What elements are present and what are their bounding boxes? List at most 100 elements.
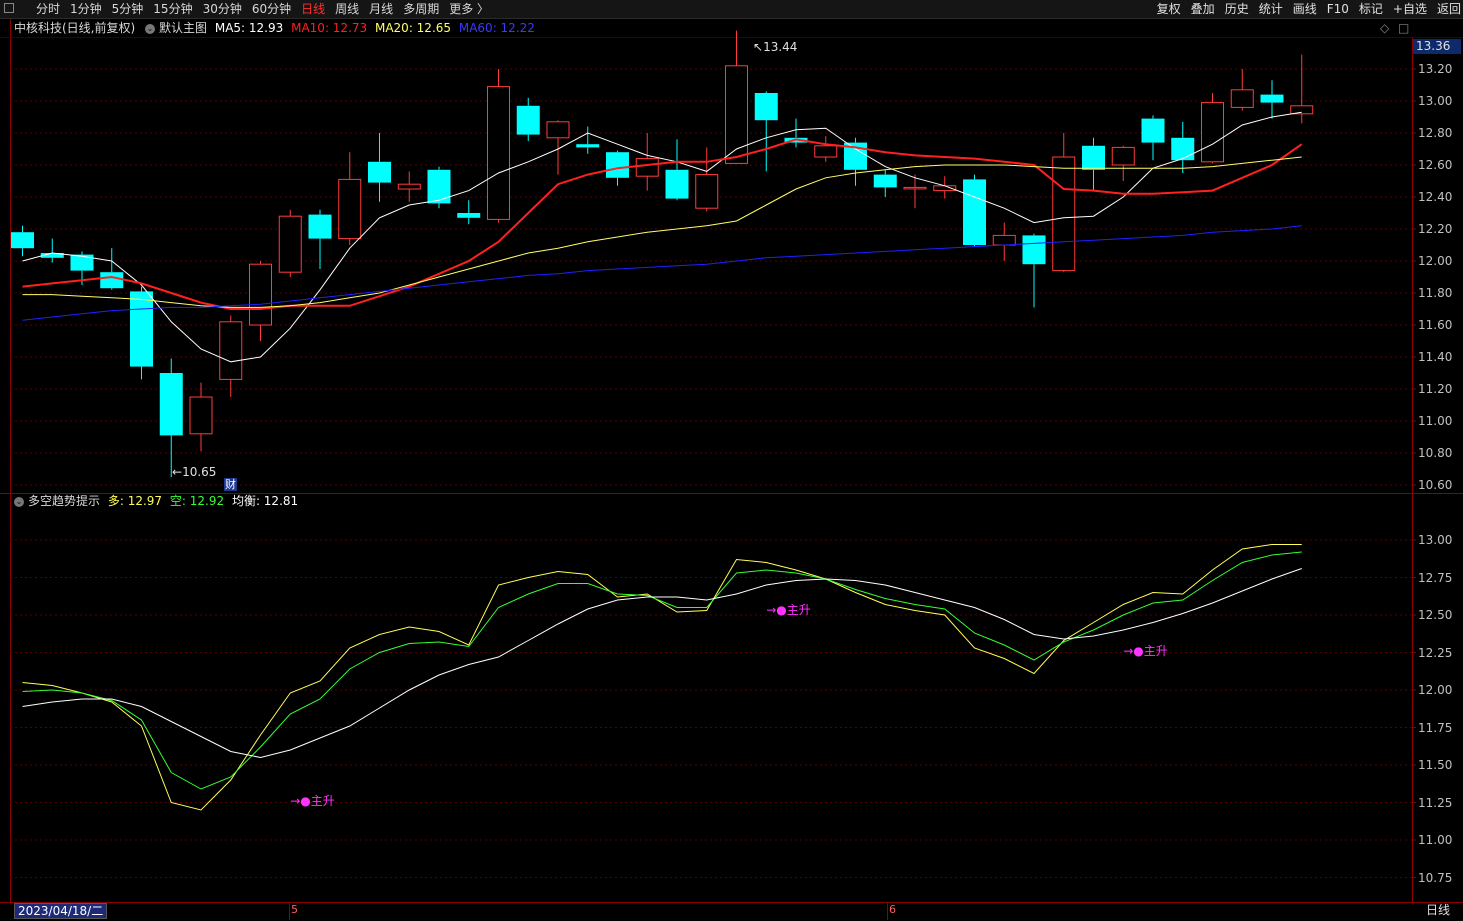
- trend-line-1: [22, 551, 1302, 790]
- trend-line-2: [22, 568, 1302, 759]
- ma60-label: MA60: 12.22: [458, 21, 535, 35]
- main-y-tick-label: 11.60: [1418, 318, 1453, 332]
- main-y-tick-label: 10.60: [1418, 478, 1453, 492]
- candle-body-up: [397, 183, 421, 190]
- ma20-label: MA20: 12.65: [374, 21, 452, 35]
- main-y-tick-label: 12.80: [1418, 126, 1453, 140]
- sub-y-tick-label: 11.25: [1418, 795, 1453, 810]
- low-price-value: 10.65: [182, 465, 217, 479]
- main-y-tick-label: 11.80: [1418, 286, 1453, 300]
- main-y-tick-label: 11.20: [1418, 382, 1453, 396]
- candle-body-down: [1082, 145, 1105, 170]
- candle-body-up: [992, 234, 1016, 246]
- sub-y-tick-label: 11.00: [1418, 833, 1453, 847]
- balance-label: 均衡: 12.81: [231, 494, 299, 508]
- ma5-label: MA5: 12.93: [214, 21, 284, 35]
- candle-body-down: [308, 214, 332, 239]
- sub-y-tick-label: 13.00: [1418, 533, 1453, 547]
- main-y-tick-label: 12.00: [1418, 254, 1453, 268]
- main-y-tick-label: 11.40: [1418, 350, 1453, 364]
- candle-body-up: [546, 121, 570, 139]
- main-y-tick-label: 12.60: [1418, 158, 1453, 172]
- date-cursor-label: 2023/04/18/二: [14, 903, 108, 919]
- indicator-title[interactable]: 多空趋势提示: [28, 494, 100, 508]
- period-indicator[interactable]: 日线: [1426, 903, 1450, 917]
- chart-canvas: [0, 19, 1463, 920]
- candle-body-up: [1201, 102, 1224, 163]
- main-y-tick-label: 10.80: [1418, 446, 1453, 460]
- ma10-label: MA10: 12.73: [291, 21, 368, 35]
- sub-collapse-icon[interactable]: ⌄: [14, 496, 24, 507]
- sub-y-tick-label: 12.50: [1418, 608, 1453, 622]
- candle-body-up: [219, 321, 243, 380]
- candle-body-up: [635, 158, 659, 177]
- candle-body-up: [189, 396, 213, 435]
- sub-y-tick-label: 12.00: [1418, 683, 1453, 697]
- main-y-tick-label: 12.40: [1418, 190, 1453, 204]
- sub-y-tick-label: 11.75: [1418, 720, 1453, 735]
- candle-body-down: [754, 93, 778, 121]
- high-price-label: ↖13.44: [753, 40, 798, 54]
- ma-line-2: [22, 156, 1302, 308]
- candle-body-down: [457, 213, 481, 218]
- candle-body-down: [100, 272, 124, 289]
- square-icon[interactable]: □: [1398, 21, 1409, 35]
- month-tick-5: 5: [291, 903, 298, 916]
- main-y-tick-label: 13.20: [1418, 62, 1453, 76]
- candle-body-down: [427, 169, 451, 204]
- candle-body-up: [695, 174, 719, 209]
- ma-line-1: [22, 138, 1303, 310]
- candle-body-down: [665, 169, 689, 199]
- candle-body-up: [1111, 146, 1135, 166]
- candle-body-down: [1260, 94, 1284, 103]
- signal-marker-2: →●主升: [1123, 644, 1168, 658]
- trend-line-0: [22, 544, 1302, 811]
- diamond-icon[interactable]: ◇: [1380, 21, 1389, 35]
- signal-arrow-icon: →●: [1123, 644, 1144, 658]
- candle-body-down: [963, 179, 986, 245]
- signal-text: 主升: [786, 603, 811, 617]
- bull-label: 多: 12.97: [107, 494, 163, 508]
- candle-body-up: [903, 186, 927, 190]
- stock-title: 中核科技(日线,前复权): [14, 21, 136, 35]
- candle-body-up: [338, 178, 362, 240]
- candle-body-down: [516, 105, 540, 135]
- candle-body-up: [1230, 89, 1254, 108]
- bear-label: 空: 12.92: [169, 494, 225, 508]
- sub-y-tick-label: 12.75: [1418, 570, 1453, 585]
- candle-body-down: [368, 161, 391, 183]
- sub-y-tick-label: 11.50: [1418, 758, 1453, 772]
- ma-line-0: [22, 111, 1302, 363]
- signal-text: 主升: [1143, 644, 1168, 658]
- sub-y-tick-label: 12.25: [1418, 645, 1453, 660]
- candle-body-down: [1171, 137, 1195, 161]
- bottom-bar: [0, 902, 1463, 921]
- candle-body-down: [606, 152, 629, 178]
- finance-marker[interactable]: 财: [224, 478, 237, 491]
- candle-body-up: [1052, 156, 1076, 272]
- signal-text: 主升: [310, 794, 335, 808]
- candle-body-down: [576, 144, 600, 148]
- candle-body-up: [278, 215, 302, 273]
- candle-body-down: [1141, 118, 1165, 143]
- month-tick-6: 6: [889, 903, 896, 916]
- sub-y-tick-label: 10.75: [1418, 870, 1453, 885]
- candle-body-up: [487, 86, 510, 220]
- high-price-value: 13.44: [763, 40, 798, 54]
- candle-body-down: [159, 373, 183, 436]
- signal-marker-1: →●主升: [766, 603, 811, 617]
- template-label[interactable]: 默认主图: [159, 21, 207, 35]
- collapse-icon[interactable]: ⌄: [145, 23, 156, 34]
- candle-body-down: [130, 291, 153, 367]
- current-price-box: 13.36: [1413, 39, 1461, 54]
- main-y-tick-label: 13.00: [1418, 94, 1453, 108]
- main-y-tick-label: 12.20: [1418, 222, 1453, 236]
- low-price-label: ←10.65: [172, 465, 217, 479]
- candle-body-down: [11, 232, 34, 249]
- signal-arrow-icon: →●: [766, 603, 787, 617]
- main-header: 中核科技(日线,前复权) ⌄ 默认主图 MA5: 12.93 MA10: 12.7…: [14, 21, 535, 35]
- sub-header: ⌄ 多空趋势提示 多: 12.97 空: 12.92 均衡: 12.81: [14, 494, 298, 508]
- candle-body-up: [249, 263, 272, 326]
- candle-body-down: [1022, 235, 1046, 265]
- signal-marker-0: →●主升: [290, 794, 335, 808]
